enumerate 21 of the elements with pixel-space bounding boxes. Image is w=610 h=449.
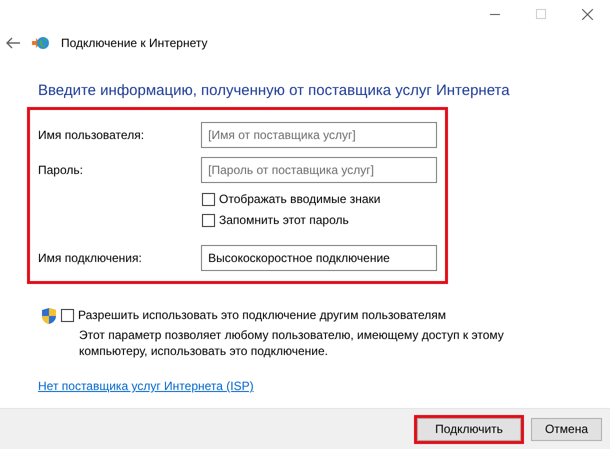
heading: Введите информацию, полученную от поставщика услуг Интернета (38, 82, 511, 99)
checkbox[interactable] (202, 214, 215, 226)
checkbox[interactable] (61, 308, 74, 322)
shield-icon (42, 308, 56, 324)
checkbox[interactable] (202, 192, 215, 206)
back-arrow-icon[interactable] (6, 37, 20, 49)
close-icon[interactable] (582, 8, 592, 20)
field-label: Пароль: (38, 163, 84, 177)
field-label: Имя пользователя: (38, 128, 146, 142)
cancel-button[interactable]: Отмена (530, 418, 602, 440)
globe-icon (32, 36, 49, 50)
input-field[interactable]: [Имя от поставщика услуг] (201, 122, 437, 148)
checkbox-label: Разрешить использовать это подключение другим пользователям (78, 308, 446, 322)
input-field[interactable]: [Пароль от поставщика услуг] (201, 157, 437, 183)
input-field[interactable]: Высокоскоростное подключение (201, 245, 437, 271)
window-title: Подключение к Интернету (61, 36, 208, 50)
checkbox-label: Запомнить этот пароль (219, 213, 349, 227)
description-text: Этот параметр позволяет любому пользователю, имеющему доступ к этому компьютеру, использовать это подключение. (79, 327, 505, 359)
isp-link[interactable]: Нет поставщика услуг Интернета (ISP) (38, 379, 254, 393)
field-label: Имя подключения: (38, 251, 143, 265)
checkbox-label: Отображать вводимые знаки (219, 192, 380, 206)
